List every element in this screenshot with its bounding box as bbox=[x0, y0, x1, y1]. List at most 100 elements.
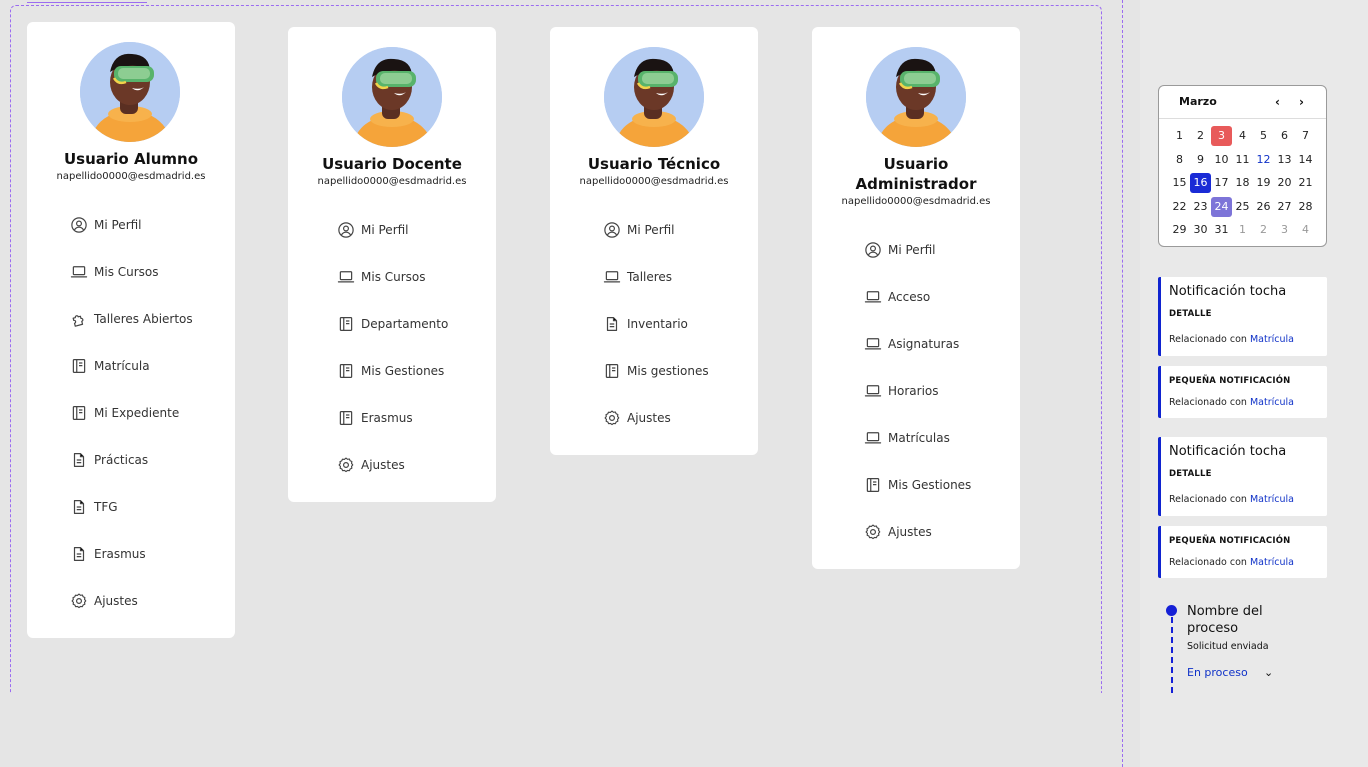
menu-item-ajustes[interactable]: Ajustes bbox=[337, 456, 405, 474]
calendar-day[interactable]: 23 bbox=[1190, 197, 1211, 217]
calendar-day[interactable]: 3 bbox=[1211, 126, 1232, 146]
menu-item-talleres-abiertos[interactable]: Talleres Abiertos bbox=[70, 310, 193, 328]
calendar-day[interactable]: 12 bbox=[1253, 150, 1274, 170]
calendar-day[interactable]: 8 bbox=[1169, 150, 1190, 170]
notification-small[interactable]: PEQUEÑA NOTIFICACIÓN Relacionado con Mat… bbox=[1158, 366, 1327, 418]
avatar[interactable] bbox=[80, 42, 180, 142]
calendar-day[interactable]: 15 bbox=[1169, 173, 1190, 193]
avatar[interactable] bbox=[342, 47, 442, 147]
avatar[interactable] bbox=[866, 47, 966, 147]
calendar-day[interactable]: 6 bbox=[1274, 126, 1295, 146]
calendar-day[interactable]: 1 bbox=[1232, 220, 1253, 240]
menu-item-label: Mis Cursos bbox=[361, 270, 426, 284]
calendar-day[interactable]: 30 bbox=[1190, 220, 1211, 240]
menu-item-talleres[interactable]: Talleres bbox=[603, 268, 672, 286]
notification-link[interactable]: Matrícula bbox=[1250, 494, 1294, 505]
menu-item-mi-perfil[interactable]: Mi Perfil bbox=[603, 221, 675, 239]
chevron-left-icon[interactable]: ‹ bbox=[1275, 95, 1280, 109]
menu-item-mis-gestiones[interactable]: Mis Gestiones bbox=[337, 362, 444, 380]
menu-item-acceso[interactable]: Acceso bbox=[864, 288, 930, 306]
notification-related: Relacionado con Matrícula bbox=[1169, 494, 1294, 505]
notification-related-prefix: Relacionado con bbox=[1169, 557, 1247, 568]
calendar-day[interactable]: 25 bbox=[1232, 197, 1253, 217]
menu-item-mis-cursos[interactable]: Mis Cursos bbox=[70, 263, 159, 281]
calendar-day[interactable]: 16 bbox=[1190, 173, 1211, 193]
menu-item-inventario[interactable]: Inventario bbox=[603, 315, 688, 333]
calendar-day[interactable]: 27 bbox=[1274, 197, 1295, 217]
menu-item-matricula[interactable]: Matrícula bbox=[70, 357, 150, 375]
menu-item-asignaturas[interactable]: Asignaturas bbox=[864, 335, 959, 353]
card-email: napellido0000@esdmadrid.es bbox=[841, 196, 991, 207]
calendar-day[interactable]: 24 bbox=[1211, 196, 1232, 217]
calendar-day[interactable]: 9 bbox=[1190, 150, 1211, 170]
calendar-day[interactable]: 7 bbox=[1295, 126, 1316, 146]
chevron-down-icon[interactable]: ⌄ bbox=[1264, 666, 1273, 679]
notification-small[interactable]: PEQUEÑA NOTIFICACIÓN Relacionado con Mat… bbox=[1158, 526, 1327, 578]
menu-item-ajustes[interactable]: Ajustes bbox=[864, 523, 932, 541]
calendar-day[interactable]: 22 bbox=[1169, 197, 1190, 217]
menu-item-mi-expediente[interactable]: Mi Expediente bbox=[70, 404, 179, 422]
user-circle-icon bbox=[864, 241, 882, 259]
notification-related: Relacionado con Matrícula bbox=[1169, 334, 1294, 345]
avatar[interactable] bbox=[604, 47, 704, 147]
calendar-day[interactable]: 2 bbox=[1190, 126, 1211, 146]
notification-large[interactable]: Notificación tocha DETALLE Relacionado c… bbox=[1158, 277, 1327, 356]
calendar-day[interactable]: 26 bbox=[1253, 197, 1274, 217]
menu-item-mis-gestiones[interactable]: Mis Gestiones bbox=[864, 476, 971, 494]
menu-item-horarios[interactable]: Horarios bbox=[864, 382, 939, 400]
calendar-day[interactable]: 4 bbox=[1232, 126, 1253, 146]
process-status[interactable]: En proceso bbox=[1187, 666, 1248, 679]
menu-item-ajustes[interactable]: Ajustes bbox=[603, 409, 671, 427]
document-icon bbox=[70, 451, 88, 469]
calendar-day[interactable]: 31 bbox=[1211, 220, 1232, 240]
menu-item-label: Matrícula bbox=[94, 359, 150, 373]
menu-item-matriculas[interactable]: Matrículas bbox=[864, 429, 950, 447]
menu-item-mis-gestiones[interactable]: Mis gestiones bbox=[603, 362, 709, 380]
calendar-day[interactable]: 10 bbox=[1211, 150, 1232, 170]
calendar-day[interactable]: 29 bbox=[1169, 220, 1190, 240]
calendar-day[interactable]: 19 bbox=[1253, 173, 1274, 193]
menu-item-label: Mi Perfil bbox=[888, 243, 936, 257]
calendar-day[interactable]: 28 bbox=[1295, 197, 1316, 217]
calendar-day[interactable]: 21 bbox=[1295, 173, 1316, 193]
notification-related-prefix: Relacionado con bbox=[1169, 334, 1247, 345]
calendar-day[interactable]: 18 bbox=[1232, 173, 1253, 193]
menu-item-mi-perfil[interactable]: Mi Perfil bbox=[864, 241, 936, 259]
chevron-right-icon[interactable]: › bbox=[1299, 95, 1304, 109]
menu-item-mis-cursos[interactable]: Mis Cursos bbox=[337, 268, 426, 286]
calendar-header: Marzo ‹ › bbox=[1159, 86, 1326, 119]
menu-item-ajustes[interactable]: Ajustes bbox=[70, 592, 138, 610]
calendar-day[interactable]: 4 bbox=[1295, 220, 1316, 240]
laptop-icon bbox=[864, 429, 882, 447]
notification-link[interactable]: Matrícula bbox=[1250, 557, 1294, 568]
menu-item-mi-perfil[interactable]: Mi Perfil bbox=[70, 216, 142, 234]
menu-item-label: Horarios bbox=[888, 384, 939, 398]
calendar-day[interactable]: 5 bbox=[1253, 126, 1274, 146]
menu-item-erasmus[interactable]: Erasmus bbox=[70, 545, 146, 563]
menu-item-departamento[interactable]: Departamento bbox=[337, 315, 448, 333]
notification-link[interactable]: Matrícula bbox=[1250, 397, 1294, 408]
calendar-day[interactable]: 1 bbox=[1169, 126, 1190, 146]
menu-item-label: Matrículas bbox=[888, 431, 950, 445]
card-email: napellido0000@esdmadrid.es bbox=[579, 176, 729, 187]
laptop-icon bbox=[864, 335, 882, 353]
menu-item-tfg[interactable]: TFG bbox=[70, 498, 118, 516]
menu-item-practicas[interactable]: Prácticas bbox=[70, 451, 148, 469]
notification-link[interactable]: Matrícula bbox=[1250, 334, 1294, 345]
notification-large[interactable]: Notificación tocha DETALLE Relacionado c… bbox=[1158, 437, 1327, 516]
laptop-icon bbox=[864, 382, 882, 400]
calendar-day[interactable]: 20 bbox=[1274, 173, 1295, 193]
calendar-day[interactable]: 2 bbox=[1253, 220, 1274, 240]
menu-item-label: Mis Gestiones bbox=[361, 364, 445, 378]
card-name: Usuario Alumno bbox=[63, 150, 199, 168]
calendar-day[interactable]: 13 bbox=[1274, 150, 1295, 170]
calendar-day[interactable]: 17 bbox=[1211, 173, 1232, 193]
menu-item-mi-perfil[interactable]: Mi Perfil bbox=[337, 221, 409, 239]
calendar-month: Marzo bbox=[1179, 95, 1217, 108]
notebook-icon bbox=[337, 315, 355, 333]
calendar-day[interactable]: 3 bbox=[1274, 220, 1295, 240]
menu-item-erasmus[interactable]: Erasmus bbox=[337, 409, 413, 427]
calendar-day[interactable]: 11 bbox=[1232, 150, 1253, 170]
process-timeline bbox=[1171, 617, 1173, 693]
calendar-day[interactable]: 14 bbox=[1295, 150, 1316, 170]
